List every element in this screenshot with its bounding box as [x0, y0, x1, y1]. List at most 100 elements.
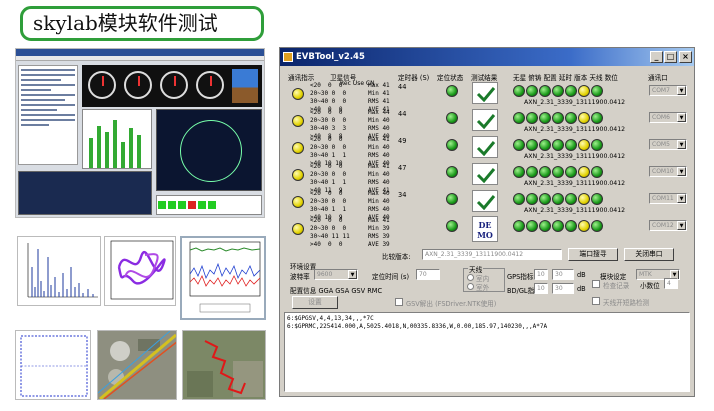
com-port-select[interactable]: COM10 ▼	[649, 166, 687, 177]
snr-value: Max 44	[368, 109, 390, 116]
fix-status-led	[446, 220, 458, 232]
grid-track-thumbnail	[15, 330, 91, 400]
close-port-button[interactable]: 关闭串口	[624, 248, 674, 261]
fix-time-field[interactable]: 70	[416, 269, 440, 280]
title-bar[interactable]: EVBTool_v2.45 _ □ ×	[280, 48, 694, 66]
test-result-pass	[472, 136, 498, 158]
status-flag-led	[526, 85, 538, 97]
timer-value: 34	[398, 191, 407, 199]
antenna-indoor-radio[interactable]	[467, 274, 474, 281]
status-flag-led	[578, 112, 590, 124]
baud-label: 波特率	[290, 273, 310, 281]
chevron-down-icon: ▼	[677, 221, 686, 230]
histogram-thumbnail	[17, 236, 101, 306]
snr-value: RMS 40	[368, 125, 390, 132]
com-port-value: COM11	[652, 195, 674, 202]
firmware-version: AXN_2.31_3339_13111900.0412	[524, 126, 626, 133]
status-flag-led	[539, 166, 551, 178]
checkmark-icon	[476, 168, 496, 183]
status-flag-led	[526, 220, 538, 232]
save-log-checkbox[interactable]	[592, 280, 600, 288]
com-port-select[interactable]: COM11 ▼	[649, 193, 687, 204]
fix-status-led	[446, 139, 458, 151]
test-result-demo: DE MO	[472, 216, 498, 242]
header-comm: 通讯指示	[288, 74, 315, 82]
status-flag-led	[539, 139, 551, 151]
antenna-outdoor-radio[interactable]	[467, 283, 474, 290]
status-flag-led	[526, 112, 538, 124]
header-timer: 定时器 (S)	[398, 74, 430, 82]
bd-unit: dB	[577, 285, 586, 293]
gps-unit: dB	[577, 271, 586, 279]
firmware-version: AXN_2.31_3339_13111900.0412	[524, 153, 626, 160]
map-route-thumbnail	[182, 330, 266, 400]
com-port-select[interactable]: COM7 ▼	[649, 85, 687, 96]
chevron-down-icon: ▼	[677, 113, 686, 122]
close-button[interactable]: ×	[679, 51, 692, 63]
fix-time-label: 定位时间 (s)	[372, 273, 410, 281]
mode-value: MTK	[639, 271, 652, 278]
bd-threshold-b[interactable]: 30	[552, 283, 574, 294]
status-flag-led	[513, 139, 525, 151]
status-flag-led	[578, 85, 590, 97]
com-port-select[interactable]: COM5 ▼	[649, 139, 687, 150]
gsv-parse-checkbox[interactable]	[395, 298, 403, 306]
bd-threshold-a[interactable]: 10	[534, 283, 548, 294]
slide-title: skylab模块软件测试	[20, 6, 264, 41]
status-flag-led	[513, 166, 525, 178]
antenna-check-label: 天线开短路检测	[603, 299, 650, 307]
status-flag-led	[513, 112, 525, 124]
status-flag-led	[539, 193, 551, 205]
com-port-select[interactable]: COM12 ▼	[649, 220, 687, 231]
status-flag-led	[591, 166, 603, 178]
status-flag-led	[513, 193, 525, 205]
compare-version-field[interactable]: AXN_2.31_3339_13111900.0412	[422, 249, 562, 260]
comm-indicator-led	[292, 196, 304, 208]
app-icon	[283, 52, 293, 62]
comm-indicator-led	[292, 142, 304, 154]
gps-threshold-label: GPS指标	[507, 273, 534, 281]
status-flag-led	[513, 85, 525, 97]
maximize-button[interactable]: □	[664, 51, 677, 63]
status-flag-led	[591, 193, 603, 205]
antenna-check-checkbox[interactable]	[592, 297, 600, 305]
status-flag-led	[565, 85, 577, 97]
evbtool-window[interactable]: EVBTool_v2.45 _ □ × 通讯指示 卫星信号 Rec Use CN…	[279, 47, 695, 397]
snr-value: Max 40	[368, 190, 390, 197]
nmea-output[interactable]: 6:$GPGSV,4,4,13,34,,,*7C 6:$GPRMC,225414…	[284, 312, 690, 392]
baud-value: 9600	[317, 271, 333, 278]
decimal-field[interactable]: 4	[664, 278, 678, 289]
save-log-label: 检查记录	[603, 282, 630, 290]
status-flag-led	[552, 166, 564, 178]
status-flag-led	[552, 112, 564, 124]
snr-value: Min 41	[368, 90, 390, 97]
status-flag-led	[552, 85, 564, 97]
firmware-version: AXN_2.31_3339_13111900.0412	[524, 180, 626, 187]
status-flag-led	[526, 193, 538, 205]
settings-button[interactable]: 设置	[292, 296, 338, 309]
header-port: 通讯口	[648, 74, 668, 82]
status-flag-led	[578, 139, 590, 151]
status-flag-led	[591, 112, 603, 124]
minimize-button[interactable]: _	[650, 51, 663, 63]
checkmark-icon	[476, 87, 496, 102]
comm-indicator-led	[292, 223, 304, 235]
com-port-value: COM7	[652, 87, 670, 94]
window-title: EVBTool_v2.45	[296, 52, 365, 62]
config-label: 配置信息 GGA GSA GSV RMC	[290, 287, 383, 295]
checkmark-icon	[476, 141, 496, 156]
timer-value: 49	[398, 137, 407, 145]
gps-threshold-b[interactable]: 30	[552, 269, 574, 280]
port-search-button[interactable]: 端口搜寻	[568, 248, 618, 261]
snr-value: Max 41	[368, 163, 390, 170]
checkmark-icon	[476, 114, 496, 129]
fix-status-led	[446, 166, 458, 178]
baud-select[interactable]: 9600 ▼	[314, 269, 358, 280]
scatter-thumbnail	[104, 236, 176, 306]
decimal-label: 小数位	[640, 282, 660, 290]
status-flag-led	[513, 220, 525, 232]
nmea-line: 6:$GPGSV,4,4,13,34,,,*7C	[287, 315, 374, 322]
gps-threshold-a[interactable]: 10	[534, 269, 548, 280]
aerial-track-thumbnail	[97, 330, 177, 400]
com-port-select[interactable]: COM6 ▼	[649, 112, 687, 123]
